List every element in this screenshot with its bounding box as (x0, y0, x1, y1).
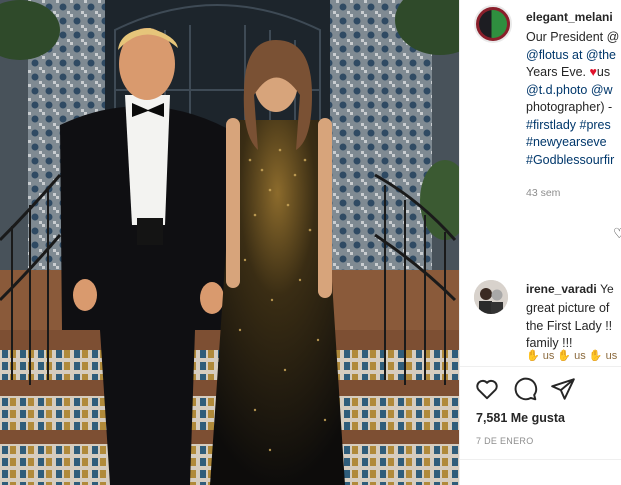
caption-timestamp[interactable]: 43 sem (526, 187, 560, 199)
caption-line: Our President @ (526, 30, 620, 44)
author-avatar-image (479, 10, 507, 38)
commenter-avatar[interactable] (474, 280, 508, 314)
comment-icon[interactable] (512, 376, 538, 402)
commenter-avatar-image (474, 280, 508, 314)
caption-mention[interactable]: @flotus at @the (526, 47, 621, 65)
comment-like-heart-icon[interactable]: ♡ (613, 225, 621, 242)
comment-text: great picture of the First Lady !! famil… (526, 301, 613, 350)
comment-emoji-row: ✋ us ✋ us ✋ us (526, 350, 618, 362)
caption-line: Years Eve. ♥us (526, 65, 611, 79)
caption-hashtag[interactable]: #newyearseve (526, 134, 621, 152)
divider (460, 459, 621, 460)
like-count[interactable]: 7,581 Me gusta (476, 411, 565, 425)
share-icon[interactable] (550, 376, 576, 402)
caption-hashtag[interactable]: #firstlady #pres (526, 117, 621, 135)
caption-hashtag[interactable]: #Godblessourfir (526, 152, 621, 170)
instagram-post-view: elegant_melani Our President @ @flotus a… (0, 0, 621, 485)
caption-line: photographer) - (526, 100, 613, 114)
author-avatar[interactable] (474, 5, 512, 43)
heart-icon[interactable] (474, 376, 500, 402)
post-side-panel: elegant_melani Our President @ @flotus a… (459, 0, 621, 485)
caption-mention[interactable]: @t.d.photo @w (526, 82, 621, 100)
post-action-bar (474, 376, 614, 402)
post-caption: Our President @ @flotus at @the Years Ev… (526, 29, 621, 169)
post-date[interactable]: 7 DE ENERO (476, 436, 534, 446)
commenter-username: irene_varadi Ye (526, 282, 614, 296)
divider (460, 366, 621, 367)
post-photo-graphic (0, 0, 459, 485)
red-heart-emoji-icon: ♥ (589, 65, 597, 79)
author-username[interactable]: elegant_melani (526, 10, 613, 24)
post-photo[interactable] (0, 0, 459, 485)
